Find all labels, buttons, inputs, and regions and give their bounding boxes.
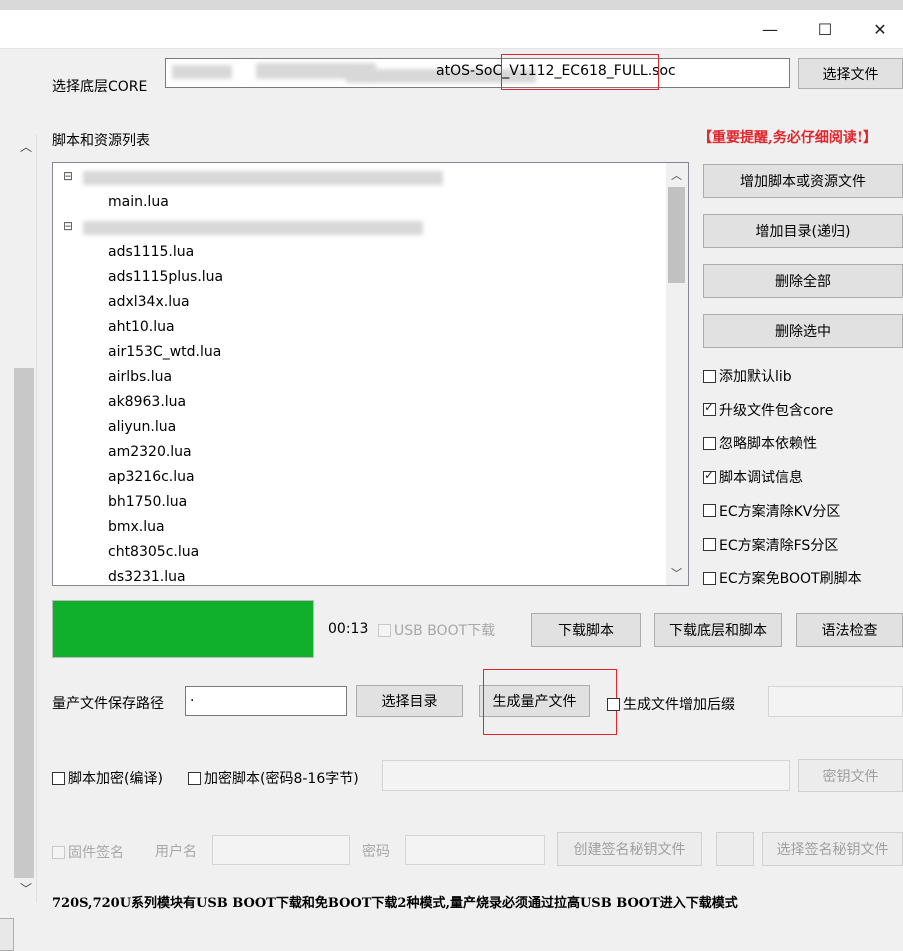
left-edge-control[interactable] xyxy=(0,918,14,951)
tree-expander-icon[interactable]: ⊟ xyxy=(63,219,73,233)
tree-file-item[interactable]: main.lua xyxy=(108,194,169,210)
tree-file-item[interactable]: ap3216c.lua xyxy=(108,469,195,485)
unchecked-box-icon xyxy=(703,369,716,383)
password-input[interactable] xyxy=(405,835,545,865)
password-label: 密码 xyxy=(362,844,390,860)
option-label: 忽略脚本依赖性 xyxy=(719,436,817,453)
suffix-checkbox[interactable]: 生成文件增加后缀 xyxy=(607,694,735,714)
option-label: 升级文件包含core xyxy=(719,402,834,419)
tree-file-item[interactable]: bmx.lua xyxy=(108,519,165,535)
username-input[interactable] xyxy=(212,835,350,865)
close-icon: ✕ xyxy=(873,19,887,39)
tree-file-item[interactable]: aht10.lua xyxy=(108,319,175,335)
select-sign-key-button[interactable]: 选择签名秘钥文件 xyxy=(762,832,903,866)
unchecked-box-icon xyxy=(703,538,716,551)
tree-file-item[interactable]: airlbs.lua xyxy=(108,369,172,385)
tree-file-item[interactable]: ads1115plus.lua xyxy=(108,269,223,285)
tree-file-item[interactable]: cht8305c.lua xyxy=(108,544,199,560)
tree-file-item[interactable]: am2320.lua xyxy=(108,444,192,460)
encrypt-script-label: 脚本加密(编译) xyxy=(68,771,163,787)
tree-file-item[interactable]: air153C_wtd.lua xyxy=(108,344,221,360)
left-scrollbar-thumb[interactable] xyxy=(14,368,34,878)
delete-all-button[interactable]: 删除全部 xyxy=(703,264,903,298)
core-path-input[interactable]: atOS-SoC_V1112_EC618_FULL.soc xyxy=(165,58,790,88)
option-checkbox[interactable]: EC方案清除FS分区 xyxy=(703,535,838,555)
firmware-sign-checkbox[interactable]: 固件签名 xyxy=(52,842,124,862)
tree-scroll-up-icon[interactable]: ︿ xyxy=(671,167,682,183)
option-checkbox[interactable]: 脚本调试信息 xyxy=(703,467,803,487)
unchecked-box-icon xyxy=(703,504,716,518)
download-progress-bar xyxy=(52,600,314,658)
usb-boot-label: USB BOOT下载 xyxy=(394,623,496,639)
option-label: EC方案清除KV分区 xyxy=(719,503,841,520)
firmware-sign-label: 固件签名 xyxy=(68,845,124,861)
unchecked-box-icon xyxy=(703,436,716,450)
tree-scrollbar-thumb[interactable] xyxy=(668,187,685,283)
download-core-script-button[interactable]: 下载底层和脚本 xyxy=(654,613,782,647)
production-path-input[interactable]: . xyxy=(185,686,347,716)
create-sign-key-button[interactable]: 创建签名秘钥文件 xyxy=(557,832,702,866)
option-label: EC方案清除FS分区 xyxy=(719,537,839,554)
encrypt-key-input[interactable] xyxy=(382,760,790,791)
highlight-generate xyxy=(483,669,617,735)
sign-key-path-box[interactable] xyxy=(716,832,754,866)
progress-fill xyxy=(53,601,313,657)
production-path-label: 量产文件保存路径 xyxy=(52,696,164,712)
unchecked-box-icon xyxy=(703,571,716,585)
option-label: 脚本调试信息 xyxy=(719,470,803,487)
production-path-value: . xyxy=(190,689,195,705)
username-label: 用户名 xyxy=(155,844,197,860)
minimize-button[interactable]: — xyxy=(745,10,795,48)
timer-text: 00:13 xyxy=(328,621,369,637)
option-checkbox[interactable]: EC方案清除KV分区 xyxy=(703,501,840,521)
encrypt-key-label: 加密脚本(密码8-16字节) xyxy=(204,771,359,787)
usb-boot-checkbox[interactable]: USB BOOT下载 xyxy=(378,620,495,640)
delete-selected-button[interactable]: 删除选中 xyxy=(703,314,903,348)
script-list-label: 脚本和资源列表 xyxy=(52,133,150,149)
encrypt-script-checkbox[interactable]: 脚本加密(编译) xyxy=(52,768,163,788)
add-script-button[interactable]: 增加脚本或资源文件 xyxy=(703,164,903,198)
option-checkbox[interactable]: EC方案免BOOT刷脚本 xyxy=(703,568,862,588)
core-label: 选择底层CORE xyxy=(52,79,148,95)
tree-file-item[interactable]: ds3231.lua xyxy=(108,569,186,585)
minimize-icon: — xyxy=(762,19,778,39)
option-label: 添加默认lib xyxy=(719,369,792,385)
encrypt-key-checkbox[interactable]: 加密脚本(密码8-16字节) xyxy=(188,768,359,788)
highlight-core-version xyxy=(501,54,659,90)
tree-file-item[interactable]: aliyun.lua xyxy=(108,419,176,435)
tree-scroll-down-icon[interactable]: ﹀ xyxy=(671,565,682,581)
scroll-down-icon[interactable]: ﹀ xyxy=(20,880,32,897)
add-directory-button[interactable]: 增加目录(递归) xyxy=(703,214,903,248)
checked-box-icon xyxy=(703,400,716,417)
option-checkbox[interactable]: 升级文件包含core xyxy=(703,400,833,420)
tree-expander-icon[interactable]: ⊟ xyxy=(63,169,73,183)
suffix-label: 生成文件增加后缀 xyxy=(623,697,735,713)
option-label: EC方案免BOOT刷脚本 xyxy=(719,571,862,588)
checked-box-icon xyxy=(703,468,716,484)
select-directory-button[interactable]: 选择目录 xyxy=(356,685,463,717)
maximize-button[interactable]: ☐ xyxy=(800,10,850,48)
close-button[interactable]: ✕ xyxy=(855,10,903,48)
footer-note: 720S,720U系列模块有USB BOOT下载和免BOOT下载2种模式,量产烧… xyxy=(52,896,738,911)
select-core-file-button[interactable]: 选择文件 xyxy=(798,58,903,89)
key-file-button[interactable]: 密钥文件 xyxy=(798,759,903,792)
scroll-up-icon[interactable]: ︿ xyxy=(20,138,32,155)
suffix-input[interactable] xyxy=(768,686,903,717)
maximize-icon: ☐ xyxy=(817,19,833,39)
tree-file-item[interactable]: adxl34x.lua xyxy=(108,294,190,310)
important-warning[interactable]: 【重要提醒,务必仔细阅读!】 xyxy=(698,127,877,147)
script-tree[interactable]: ⊟ main.lua ⊟ ads1115.lua ads1115plus.lua adxl… xyxy=(52,162,689,586)
download-script-button[interactable]: 下载脚本 xyxy=(531,613,641,647)
title-bar-top-edge xyxy=(0,0,903,10)
tree-file-item[interactable]: bh1750.lua xyxy=(108,494,187,510)
option-checkbox[interactable]: 添加默认lib xyxy=(703,366,792,386)
tree-file-item[interactable]: ak8963.lua xyxy=(108,394,186,410)
syntax-check-button[interactable]: 语法检查 xyxy=(796,613,903,647)
option-checkbox[interactable]: 忽略脚本依赖性 xyxy=(703,433,817,453)
tree-file-item[interactable]: ads1115.lua xyxy=(108,244,194,260)
